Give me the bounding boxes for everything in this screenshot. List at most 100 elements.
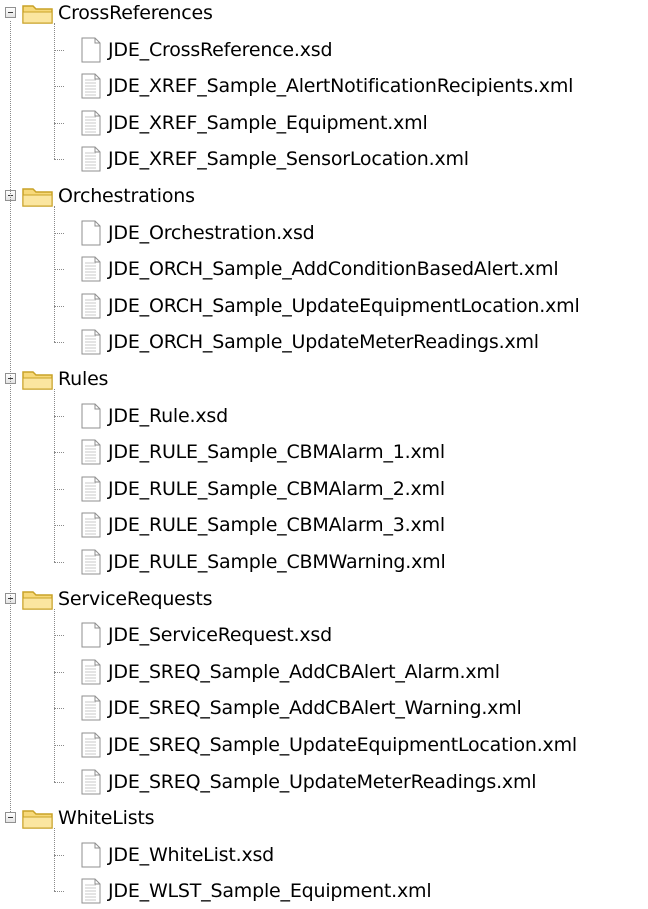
tree-connector xyxy=(54,635,64,637)
folder-label: WhiteLists xyxy=(58,807,155,830)
xml-file-icon xyxy=(80,329,102,360)
file-label: JDE_XREF_Sample_SensorLocation.xml xyxy=(108,148,469,171)
xml-file-icon xyxy=(80,439,102,470)
tree-connector xyxy=(54,891,64,893)
tree-connector xyxy=(54,708,64,710)
file-row[interactable]: JDE_RULE_Sample_CBMWarning.xml xyxy=(0,544,648,580)
tree-connector xyxy=(54,122,64,124)
file-tree: CrossReferences JDE_CrossReference.xsd JDE… xyxy=(0,0,648,904)
file-label: JDE_Orchestration.xsd xyxy=(108,221,315,244)
folder-row[interactable]: Rules xyxy=(0,361,648,397)
xsd-file-icon xyxy=(80,403,102,434)
file-label: JDE_XREF_Sample_AlertNotificationRecipie… xyxy=(108,75,574,98)
file-label: JDE_CrossReference.xsd xyxy=(108,38,333,61)
tree-connector xyxy=(54,86,64,88)
xml-file-icon xyxy=(80,549,102,580)
xsd-file-icon xyxy=(80,37,102,68)
file-row[interactable]: JDE_Rule.xsd xyxy=(0,398,648,434)
xml-file-icon xyxy=(80,732,102,763)
file-label: JDE_RULE_Sample_CBMAlarm_3.xml xyxy=(108,514,445,537)
folder-open-icon xyxy=(21,806,55,835)
tree-connector xyxy=(10,21,11,813)
file-row[interactable]: JDE_XREF_Sample_Equipment.xml xyxy=(0,105,648,141)
file-row[interactable]: JDE_SREQ_Sample_UpdateEquipmentLocation.… xyxy=(0,727,648,763)
file-row[interactable]: JDE_SREQ_Sample_AddCBAlert_Alarm.xml xyxy=(0,654,648,690)
file-row[interactable]: JDE_ServiceRequest.xsd xyxy=(0,617,648,653)
folder-label: Rules xyxy=(58,368,109,390)
tree-connector xyxy=(54,389,55,562)
file-row[interactable]: JDE_ORCH_Sample_UpdateEquipmentLocation.… xyxy=(0,288,648,324)
xml-file-icon xyxy=(80,73,102,104)
tree-connector xyxy=(54,269,64,271)
tree-connector xyxy=(54,828,55,892)
file-label: JDE_XREF_Sample_Equipment.xml xyxy=(108,111,428,134)
folder-label: CrossReferences xyxy=(58,2,213,24)
file-row[interactable]: JDE_SREQ_Sample_AddCBAlert_Warning.xml xyxy=(0,690,648,726)
tree-connector xyxy=(54,342,64,344)
file-label: JDE_SREQ_Sample_UpdateMeterReadings.xml xyxy=(108,770,537,793)
folder-row[interactable]: Orchestrations xyxy=(0,178,648,214)
file-row[interactable]: JDE_Orchestration.xsd xyxy=(0,215,648,251)
tree-connector xyxy=(54,206,55,343)
file-row[interactable]: JDE_CrossReference.xsd xyxy=(0,32,648,68)
xsd-file-icon xyxy=(80,842,102,873)
folder-open-icon xyxy=(21,184,55,213)
file-label: JDE_ORCH_Sample_UpdateEquipmentLocation.… xyxy=(108,294,580,317)
file-label: JDE_WhiteList.xsd xyxy=(108,843,275,866)
folder-open-icon xyxy=(21,367,55,396)
folder-open-icon xyxy=(21,1,55,30)
file-label: JDE_SREQ_Sample_AddCBAlert_Alarm.xml xyxy=(108,660,500,683)
xml-file-icon xyxy=(80,512,102,543)
file-row[interactable]: JDE_XREF_Sample_SensorLocation.xml xyxy=(0,141,648,177)
file-label: JDE_WLST_Sample_Equipment.xml xyxy=(108,880,432,903)
tree-connector xyxy=(54,23,55,160)
file-label: JDE_SREQ_Sample_UpdateEquipmentLocation.… xyxy=(108,734,577,756)
tree-connector xyxy=(54,781,64,783)
file-row[interactable]: JDE_ORCH_Sample_AddConditionBasedAlert.x… xyxy=(0,251,648,287)
file-row[interactable]: JDE_SREQ_Sample_UpdateMeterReadings.xml xyxy=(0,764,648,800)
file-row[interactable]: JDE_RULE_Sample_CBMAlarm_1.xml xyxy=(0,434,648,470)
xsd-file-icon xyxy=(80,622,102,653)
tree-connector xyxy=(54,305,64,307)
collapse-toggle[interactable] xyxy=(5,7,16,18)
tree-connector xyxy=(54,745,64,746)
folder-row[interactable]: WhiteLists xyxy=(0,800,648,836)
file-label: JDE_RULE_Sample_CBMWarning.xml xyxy=(108,551,446,573)
file-row[interactable]: JDE_XREF_Sample_AlertNotificationRecipie… xyxy=(0,68,648,104)
tree-connector xyxy=(54,608,55,782)
xml-file-icon xyxy=(80,878,102,909)
file-label: JDE_ORCH_Sample_UpdateMeterReadings.xml xyxy=(108,331,539,354)
xml-file-icon xyxy=(80,476,102,507)
xml-file-icon xyxy=(80,110,102,141)
file-row[interactable]: JDE_RULE_Sample_CBMAlarm_2.xml xyxy=(0,471,648,507)
xml-file-icon xyxy=(80,293,102,324)
tree-connector xyxy=(54,488,64,490)
folder-open-icon xyxy=(21,587,55,616)
file-label: JDE_ServiceRequest.xsd xyxy=(108,624,332,647)
file-label: JDE_ORCH_Sample_AddConditionBasedAlert.x… xyxy=(108,258,559,281)
tree-connector xyxy=(54,525,64,527)
file-row[interactable]: JDE_WLST_Sample_Equipment.xml xyxy=(0,873,648,909)
file-label: JDE_RULE_Sample_CBMAlarm_1.xml xyxy=(108,441,445,464)
xml-file-icon xyxy=(80,695,102,726)
file-row[interactable]: JDE_RULE_Sample_CBMAlarm_3.xml xyxy=(0,507,648,543)
xml-file-icon xyxy=(80,256,102,287)
tree-connector xyxy=(54,415,64,417)
folder-label: Orchestrations xyxy=(58,185,195,207)
file-label: JDE_SREQ_Sample_AddCBAlert_Warning.xml xyxy=(108,697,522,720)
tree-connector xyxy=(54,671,64,673)
collapse-toggle[interactable] xyxy=(5,812,16,824)
tree-connector xyxy=(54,452,64,454)
xsd-file-icon xyxy=(80,220,102,251)
file-label: JDE_Rule.xsd xyxy=(108,404,228,427)
tree-connector xyxy=(54,49,64,51)
xml-file-icon xyxy=(80,769,102,800)
tree-connector xyxy=(54,159,64,161)
xml-file-icon xyxy=(80,659,102,690)
file-row[interactable]: JDE_ORCH_Sample_UpdateMeterReadings.xml xyxy=(0,324,648,360)
folder-row[interactable]: CrossReferences xyxy=(0,0,648,31)
tree-connector xyxy=(54,562,64,563)
file-row[interactable]: JDE_WhiteList.xsd xyxy=(0,837,648,873)
tree-connector xyxy=(54,232,64,234)
folder-row[interactable]: ServiceRequests xyxy=(0,581,648,617)
